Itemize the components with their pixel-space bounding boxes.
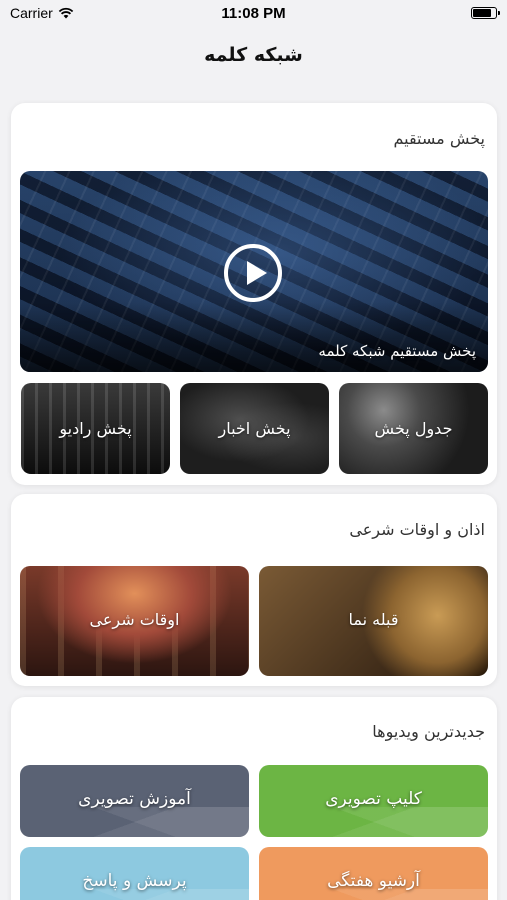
- news-label: پخش اخبار: [218, 419, 291, 438]
- radio-tile[interactable]: پخش رادیو: [21, 383, 170, 474]
- status-time: 11:08 PM: [221, 5, 286, 22]
- video-clip-label: کلیپ تصویری: [325, 789, 422, 809]
- videos-section-card: جدیدترین ویدیوها کلیپ تصویری آموزش تصویر…: [11, 697, 497, 900]
- weekly-archive-tile[interactable]: آرشیو هفتگی: [259, 847, 488, 900]
- play-icon[interactable]: [224, 244, 282, 302]
- radio-label: پخش رادیو: [59, 419, 132, 438]
- prayer-section-title: اذان و اوقات شرعی: [349, 520, 485, 539]
- live-hero-label: پخش مستقیم شبکه کلمه: [318, 342, 476, 360]
- battery-icon: [471, 7, 500, 19]
- hero-shade: [20, 302, 488, 372]
- news-tile[interactable]: پخش اخبار: [180, 383, 329, 474]
- status-bar: Carrier 11:08 PM: [0, 0, 507, 28]
- live-section-title: پخش مستقیم: [393, 129, 485, 148]
- video-clip-tile[interactable]: کلیپ تصویری: [259, 765, 488, 837]
- video-tutorial-tile[interactable]: آموزش تصویری: [20, 765, 249, 837]
- qa-label: پرسش و پاسخ: [82, 871, 187, 891]
- battery-level: [473, 9, 491, 17]
- qibla-tile[interactable]: قبله نما: [259, 566, 488, 676]
- prayer-times-tile[interactable]: اوقات شرعی: [20, 566, 249, 676]
- videos-section-title: جدیدترین ویدیوها: [372, 722, 485, 741]
- live-hero-tile[interactable]: پخش مستقیم شبکه کلمه: [20, 171, 488, 372]
- prayer-times-label: اوقات شرعی: [89, 610, 180, 629]
- video-tutorial-label: آموزش تصویری: [78, 789, 191, 809]
- prayer-section-card: اذان و اوقات شرعی قبله نما اوقات شرعی: [11, 494, 497, 686]
- tile-decoration: [259, 807, 488, 837]
- tile-decoration: [20, 807, 249, 837]
- page-title: شبکه کلمه: [204, 44, 303, 66]
- weekly-archive-label: آرشیو هفتگی: [327, 871, 420, 891]
- qa-tile[interactable]: پرسش و پاسخ: [20, 847, 249, 900]
- schedule-tile[interactable]: جدول پخش: [339, 383, 488, 474]
- live-section-card: پخش مستقیم پخش مستقیم شبکه کلمه جدول پخش…: [11, 103, 497, 485]
- schedule-label: جدول پخش: [374, 419, 453, 438]
- qibla-label: قبله نما: [348, 610, 399, 629]
